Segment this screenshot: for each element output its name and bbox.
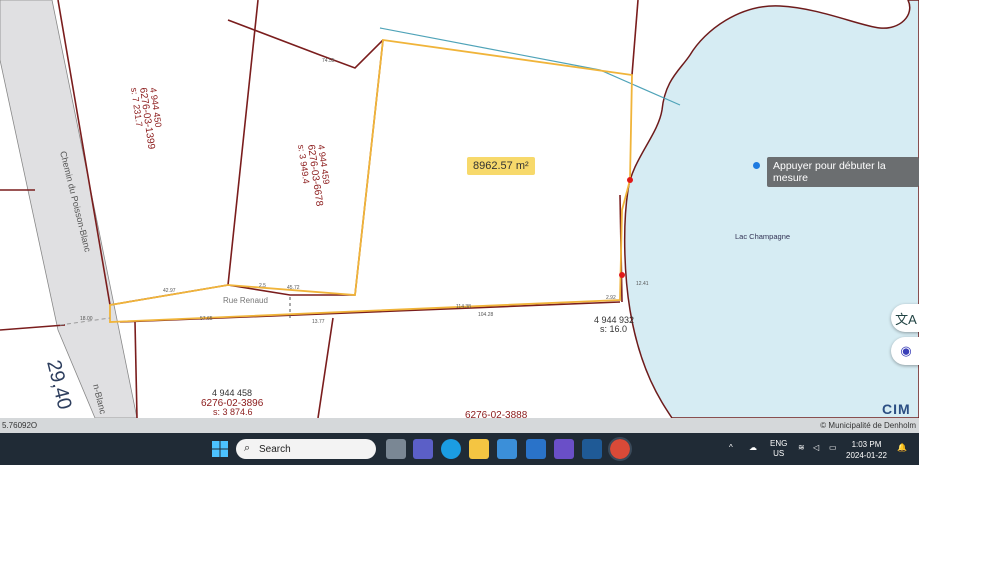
chrome-icon[interactable] [608, 437, 632, 461]
chat-bot-icon: ◉ [900, 343, 912, 358]
chat-bot-button[interactable]: ◉ [891, 337, 919, 365]
lake [623, 0, 919, 418]
coordinates-readout: 5.76092O [2, 421, 38, 430]
svg-text:42.97: 42.97 [163, 288, 176, 294]
svg-text:45.72: 45.72 [287, 285, 300, 291]
edge-icon[interactable] [441, 439, 461, 459]
cloud-icon[interactable]: ☁ [749, 443, 757, 453]
svg-text:2.92: 2.92 [606, 295, 616, 301]
brand-logo: CIM [882, 401, 911, 417]
language-indicator[interactable]: ENG US [770, 439, 787, 459]
volume-icon[interactable]: ◁ [813, 443, 819, 453]
measure-polygon [109, 38, 633, 323]
wifi-icon[interactable]: ≋ [798, 443, 805, 453]
search-label: Search [259, 444, 291, 455]
svg-text:Lac Champagne: Lac Champagne [735, 232, 790, 241]
svg-text:74.55: 74.55 [322, 58, 335, 64]
teams-icon[interactable] [413, 439, 433, 459]
notification-bell-icon[interactable]: 🔔 [897, 443, 907, 453]
file-explorer-icon[interactable] [469, 439, 489, 459]
svg-text:2.5: 2.5 [259, 283, 266, 289]
svg-text:6276-02-3888: 6276-02-3888 [465, 410, 528, 418]
svg-text:s: 16.0: s: 16.0 [600, 324, 627, 334]
translate-button[interactable]: 文A [891, 304, 919, 332]
task-view-icon[interactable] [386, 439, 406, 459]
svg-text:18.00: 18.00 [80, 316, 93, 322]
measure-point [619, 272, 625, 278]
chevron-up-icon[interactable]: ^ [729, 443, 733, 453]
word-icon[interactable] [582, 439, 602, 459]
translate-icon: 文A [895, 311, 917, 327]
map-status-bar: 5.76092O © Municipalité de Denholm [0, 418, 919, 433]
battery-icon[interactable]: ▭ [829, 443, 837, 453]
svg-text:57.65: 57.65 [200, 316, 213, 322]
svg-text:Rue Renaud: Rue Renaud [223, 296, 268, 305]
cursor-dot [753, 162, 760, 169]
measure-area-label: 8962.57 m² [467, 157, 535, 175]
clock[interactable]: 1:03 PM 2024-01-22 [846, 439, 887, 461]
svg-text:29,40: 29,40 [42, 358, 75, 412]
svg-text:s: 3 874.6: s: 3 874.6 [213, 407, 253, 417]
measure-point [627, 177, 633, 183]
svg-text:104.28: 104.28 [478, 312, 494, 318]
map-view[interactable]: 4 944 450 6276-03-1399 s: 7 231.7 4 944 … [0, 0, 919, 418]
map-canvas[interactable]: 4 944 450 6276-03-1399 s: 7 231.7 4 944 … [0, 0, 919, 418]
svg-text:4 944 458: 4 944 458 [212, 388, 252, 398]
search-icon: ⌕ [244, 442, 251, 454]
taskbar-search[interactable]: ⌕ Search [236, 439, 376, 459]
app-icon[interactable] [554, 439, 574, 459]
windows-start-icon[interactable] [210, 439, 230, 459]
measure-tooltip: Appuyer pour débuter la mesure [767, 157, 919, 187]
svg-text:12.41: 12.41 [636, 281, 649, 287]
copyright-text: © Municipalité de Denholm [820, 421, 916, 430]
mail-icon[interactable] [526, 439, 546, 459]
store-icon[interactable] [497, 439, 517, 459]
svg-text:13.77: 13.77 [312, 319, 325, 325]
windows-taskbar: ⌕ Search ^ ☁ ENG US ≋ ◁ ▭ 1:03 PM 2024-0… [0, 433, 919, 465]
svg-text:114.38: 114.38 [456, 304, 471, 310]
